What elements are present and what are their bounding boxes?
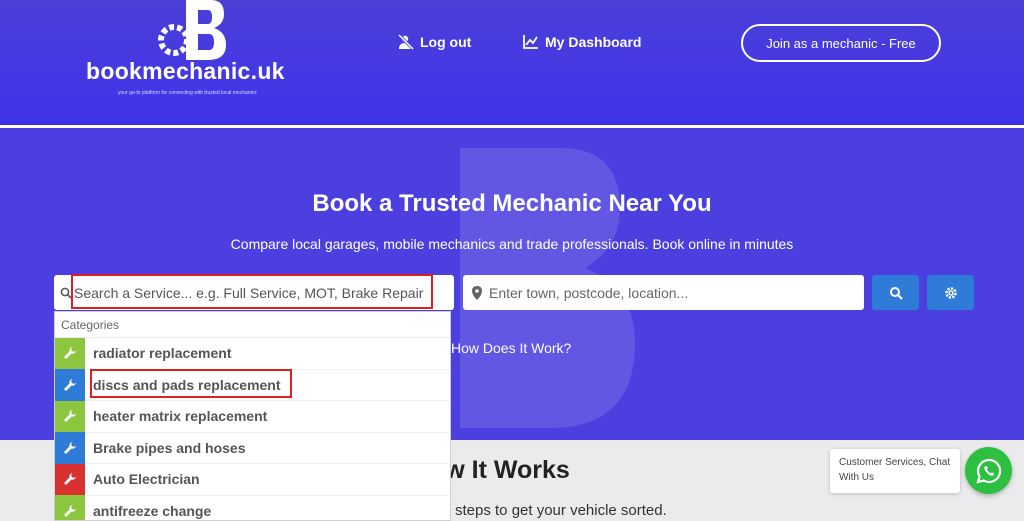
- dropdown-item-label: discs and pads replacement: [93, 376, 281, 393]
- nav-logout[interactable]: Log out: [398, 34, 471, 50]
- nav-logout-label: Log out: [420, 34, 472, 50]
- location-input[interactable]: [489, 284, 859, 301]
- chat-bubble[interactable]: Customer Services, Chat With Us: [830, 449, 960, 493]
- dropdown-item[interactable]: Brake pipes and hoses: [55, 432, 450, 464]
- whatsapp-icon: [975, 458, 1001, 484]
- dropdown-item[interactable]: radiator replacement: [55, 337, 450, 370]
- wrench-icon: [55, 400, 85, 432]
- wrench-icon: [55, 432, 85, 464]
- service-search-input[interactable]: [74, 284, 444, 301]
- whatsapp-button[interactable]: [965, 447, 1012, 494]
- map-pin-icon: [472, 285, 482, 300]
- dropdown-item[interactable]: heater matrix replacement: [55, 400, 450, 433]
- logo-text: bookmechanic.uk: [86, 58, 285, 84]
- dropdown-item-label: antifreeze change: [93, 502, 212, 519]
- service-search-box[interactable]: [54, 275, 454, 310]
- dropdown-item-label: Auto Electrician: [93, 471, 200, 488]
- nav-dashboard[interactable]: My Dashboard: [523, 34, 641, 50]
- wrench-icon: [55, 369, 85, 401]
- dropdown-item-label: heater matrix replacement: [93, 408, 268, 425]
- dropdown-item[interactable]: antifreeze change: [55, 495, 450, 520]
- search-button[interactable]: [872, 275, 919, 310]
- location-box[interactable]: [463, 275, 864, 310]
- wrench-icon: [55, 337, 85, 369]
- nav-dashboard-label: My Dashboard: [545, 34, 642, 50]
- logout-icon: [398, 34, 414, 50]
- gear-icon: [944, 286, 957, 299]
- dropdown-item[interactable]: Auto Electrician: [55, 463, 450, 496]
- search-icon: [60, 287, 72, 299]
- site-logo[interactable]: bookmechanic.uk your go-to platform for …: [86, 0, 301, 100]
- logo-mark-icon: [158, 0, 226, 60]
- dropdown-item-label: radiator replacement: [93, 345, 232, 362]
- hero-subtitle: Compare local garages, mobile mechanics …: [230, 236, 794, 252]
- site-header: bookmechanic.uk your go-to platform for …: [0, 0, 1024, 125]
- dropdown-item-label: Brake pipes and hoses: [93, 439, 246, 456]
- search-icon: [889, 286, 903, 300]
- logo-tagline: your go-to platform for connecting with …: [118, 90, 257, 96]
- chart-icon: [523, 35, 538, 49]
- how-it-works-text: steps to get your vehicle sorted.: [455, 502, 667, 519]
- how-it-works-link[interactable]: How Does It Work?: [451, 340, 571, 356]
- join-mechanic-button[interactable]: Join as a mechanic - Free: [741, 24, 941, 62]
- categories-dropdown: Categories radiator replacement discs an…: [54, 311, 451, 521]
- dropdown-heading: Categories: [55, 312, 450, 338]
- dropdown-item[interactable]: discs and pads replacement: [55, 369, 450, 401]
- settings-button[interactable]: [927, 275, 974, 310]
- wrench-icon: [55, 495, 85, 520]
- wrench-icon: [55, 463, 85, 495]
- hero-title: Book a Trusted Mechanic Near You: [312, 190, 712, 217]
